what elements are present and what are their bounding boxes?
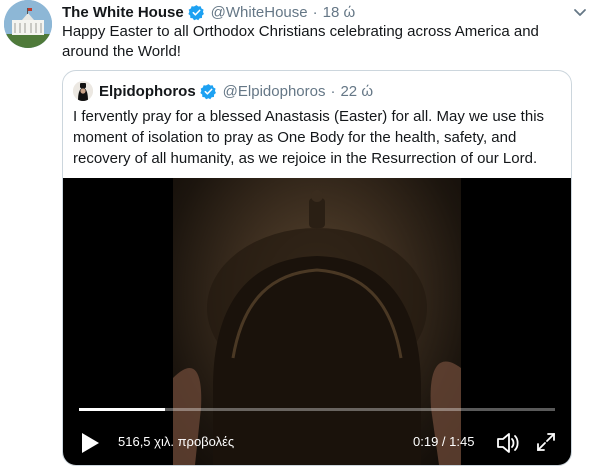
quoted-tweet-header: Elpidophoros @Elpidophoros · 22 ώ	[73, 80, 373, 102]
quoted-author-handle: @Elpidophoros	[222, 82, 326, 100]
view-count: 516,5 χιλ. προβολές	[118, 434, 235, 449]
video-player[interactable]: 516,5 χιλ. προβολές 0:19 / 1:45	[63, 178, 571, 465]
quoted-author-name: Elpidophoros	[99, 82, 196, 100]
tweet-header: The White House @WhiteHouse · 18 ώ	[62, 2, 355, 22]
author-name[interactable]: The White House	[62, 4, 184, 21]
video-frame	[173, 178, 461, 465]
tweet-timestamp[interactable]: 18 ώ	[323, 4, 356, 21]
tweet-text: Happy Easter to all Orthodox Christians …	[62, 23, 539, 60]
verified-badge-icon	[200, 83, 217, 100]
separator-dot: ·	[312, 3, 318, 21]
quoted-tweet-card[interactable]: Elpidophoros @Elpidophoros · 22 ώ I ferv…	[62, 70, 572, 466]
video-progress-fill	[79, 408, 166, 411]
verified-badge-icon	[188, 4, 205, 21]
quoted-timestamp: 22 ώ	[340, 82, 374, 100]
separator-dot: ·	[330, 82, 336, 100]
white-house-avatar[interactable]	[4, 0, 52, 48]
video-progress-bar[interactable]	[79, 408, 555, 411]
quoted-tweet-text: I fervently pray for a blessed Anastasis…	[73, 108, 545, 167]
play-icon[interactable]	[79, 431, 101, 455]
fullscreen-icon[interactable]	[535, 431, 557, 453]
author-handle[interactable]: @WhiteHouse	[211, 4, 308, 21]
video-time: 0:19 / 1:45	[413, 434, 475, 449]
chevron-down-icon[interactable]	[572, 4, 588, 20]
elpidophoros-avatar	[73, 81, 93, 101]
volume-muted-icon[interactable]	[495, 431, 521, 455]
